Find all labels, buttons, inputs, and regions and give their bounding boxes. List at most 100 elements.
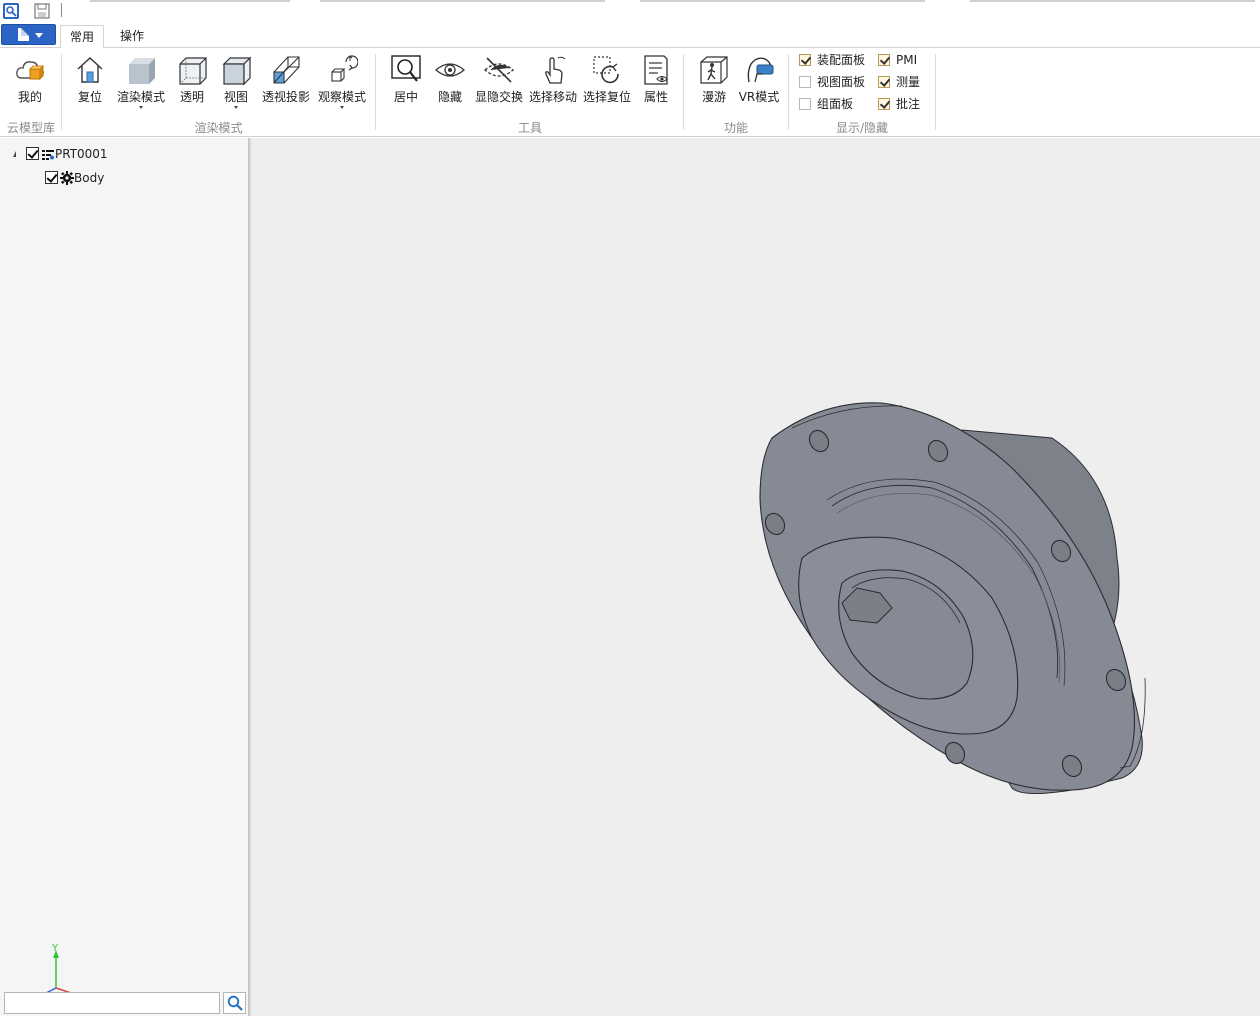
view-label: 视图 [223, 90, 248, 104]
view-panel-label: 视图面板 [817, 75, 866, 89]
group-separator [935, 54, 936, 130]
title-decoration [970, 0, 1255, 2]
tree-node-body[interactable]: Body [10, 169, 130, 187]
group-label-functions: 功能 [723, 121, 748, 135]
dropdown-arrow-icon [139, 106, 143, 109]
collapse-triangle-icon[interactable] [10, 151, 16, 157]
select-reset-label: 选择复位 [582, 90, 631, 104]
chevron-down-icon [35, 33, 43, 38]
transparent-button[interactable]: 透明 [172, 54, 212, 110]
eye-slash-icon [484, 57, 514, 83]
select-move-button[interactable]: 选择移动 [527, 54, 579, 110]
my-cloud-button[interactable]: 我的 [6, 54, 54, 110]
walkthrough-icon [700, 56, 728, 84]
assembly-icon [42, 150, 54, 160]
pmi-checkbox[interactable]: PMI [878, 51, 928, 69]
search-icon [227, 995, 243, 1011]
select-move-label: 选择移动 [528, 90, 577, 104]
hide-label: 隐藏 [437, 90, 462, 104]
tree-search-button[interactable] [223, 992, 246, 1014]
properties-button[interactable]: 属性 [636, 54, 676, 110]
checkbox-unchecked[interactable] [799, 98, 811, 110]
pmi-label: PMI [896, 53, 918, 67]
toggle-visibility-label: 显隐交换 [474, 90, 523, 104]
my-cloud-label: 我的 [17, 90, 42, 104]
view-button[interactable]: 视图 [216, 54, 256, 110]
save-icon[interactable] [33, 2, 51, 20]
tree-root-label: PRT0001 [55, 147, 108, 161]
vr-headset-icon [747, 57, 774, 83]
group-label-cloud-library: 云模型库 [6, 121, 55, 135]
observe-mode-icon [331, 55, 358, 82]
reset-button[interactable]: 复位 [68, 54, 112, 110]
title-decoration [90, 0, 290, 2]
assembly-panel-checkbox[interactable]: 装配面板 [799, 51, 869, 69]
ribbon-panel: 我的 云模型库 复位 渲染模式 透明 视图 透视投影 观察模式 渲染模式 居中 … [0, 48, 1260, 137]
eye-icon [435, 63, 465, 77]
gear-icon [60, 171, 74, 185]
reset-label: 复位 [77, 90, 102, 104]
tree-body-label: Body [74, 171, 105, 185]
vr-mode-button[interactable]: VR模式 [737, 54, 781, 110]
svg-text:Y: Y [51, 943, 59, 953]
checkbox-checked[interactable] [799, 54, 811, 66]
group-label-tools: 工具 [517, 121, 542, 135]
observe-mode-label: 观察模式 [317, 90, 366, 104]
y-axis-label: Y [51, 943, 59, 953]
observe-mode-button[interactable]: 观察模式 [315, 54, 369, 110]
perspective-projection-button[interactable]: 透视投影 [259, 54, 313, 110]
tree-body-checkbox[interactable] [45, 171, 58, 184]
center-button[interactable]: 居中 [386, 54, 426, 110]
properties-icon [644, 55, 668, 85]
tree-search-input[interactable] [4, 992, 220, 1014]
checkbox-checked[interactable] [878, 98, 890, 110]
group-panel-label: 组面板 [817, 97, 854, 111]
cloud-box-icon [16, 61, 44, 80]
select-reset-button[interactable]: 选择复位 [581, 54, 633, 110]
dropdown-arrow-icon [340, 106, 344, 109]
measure-checkbox[interactable]: 测量 [878, 73, 928, 91]
annotation-label: 批注 [896, 97, 921, 111]
hide-button[interactable]: 隐藏 [430, 54, 470, 110]
transparent-cube-icon [179, 57, 207, 85]
checkbox-checked[interactable] [878, 76, 890, 88]
ribbon-tab-bar: 常用 操作 [0, 23, 1260, 49]
render-mode-button[interactable]: 渲染模式 [114, 54, 168, 110]
dropdown-arrow-icon [234, 106, 238, 109]
document-icon [18, 28, 29, 41]
tab-operation[interactable]: 操作 [111, 25, 153, 49]
tab-common[interactable]: 常用 [60, 25, 105, 49]
walkthrough-button[interactable]: 漫游 [694, 54, 734, 110]
measure-label: 测量 [896, 75, 921, 89]
vr-mode-label: VR模式 [738, 90, 780, 104]
group-panel-checkbox[interactable]: 组面板 [799, 95, 869, 113]
assembly-panel-label: 装配面板 [817, 53, 866, 67]
walkthrough-label: 漫游 [701, 90, 726, 104]
app-icon[interactable] [2, 2, 20, 20]
checkbox-unchecked[interactable] [799, 76, 811, 88]
toggle-visibility-button[interactable]: 显隐交换 [473, 54, 525, 110]
annotation-checkbox[interactable]: 批注 [878, 95, 928, 113]
title-decoration [320, 0, 605, 2]
perspective-icon [273, 56, 300, 84]
view-panel-checkbox[interactable]: 视图面板 [799, 73, 869, 91]
checkbox-checked[interactable] [878, 54, 890, 66]
render-mode-label: 渲染模式 [116, 90, 165, 104]
group-label-show-hide: 显示/隐藏 [835, 121, 889, 135]
tree-node-root[interactable]: PRT0001 [10, 145, 130, 163]
view-cube-icon [222, 56, 252, 86]
perspective-projection-label: 透视投影 [261, 90, 310, 104]
shaded-cube-icon [129, 58, 155, 84]
properties-label: 属性 [643, 90, 668, 104]
select-reset-icon [593, 56, 619, 84]
3d-viewport[interactable] [252, 138, 1260, 1016]
title-decoration [640, 0, 925, 2]
transparent-label: 透明 [179, 90, 204, 104]
tree-root-checkbox[interactable] [26, 147, 39, 160]
center-label: 居中 [393, 90, 418, 104]
file-menu-button[interactable] [1, 24, 56, 45]
toolbar-separator [61, 3, 62, 17]
flange-model[interactable] [252, 138, 1260, 1016]
group-label-render-mode: 渲染模式 [194, 121, 243, 135]
hand-pointer-icon [545, 56, 566, 84]
